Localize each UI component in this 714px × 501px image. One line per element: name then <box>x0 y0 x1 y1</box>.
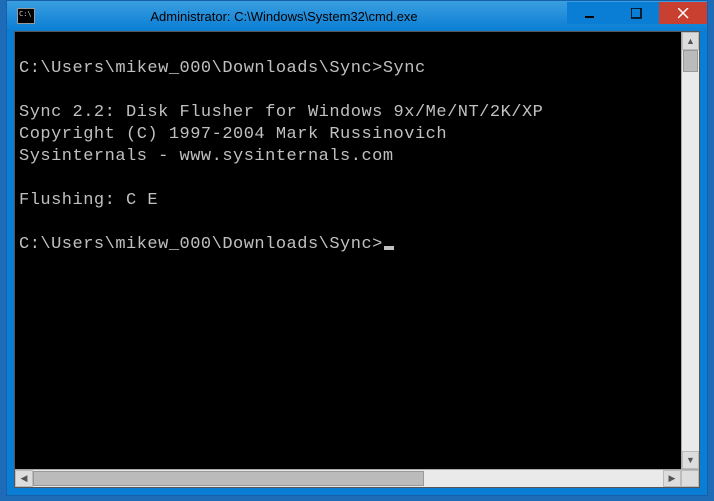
console-line: C:\Users\mikew_000\Downloads\Sync>Sync <box>19 59 426 78</box>
close-button[interactable] <box>659 2 707 24</box>
client-area: C:\Users\mikew_000\Downloads\Sync>Sync S… <box>14 31 700 488</box>
hscroll-track[interactable] <box>33 470 663 487</box>
minimize-button[interactable] <box>567 2 613 24</box>
window-controls <box>567 2 707 24</box>
scroll-right-button[interactable]: ▶ <box>663 470 681 487</box>
cursor <box>384 246 394 250</box>
console-line: Sync 2.2: Disk Flusher for Windows 9x/Me… <box>19 103 543 122</box>
horizontal-scrollbar[interactable]: ◀ ▶ <box>15 469 699 487</box>
cmd-icon <box>17 8 35 24</box>
titlebar[interactable]: Administrator: C:\Windows\System32\cmd.e… <box>7 1 707 31</box>
hscroll-thumb[interactable] <box>33 471 424 486</box>
vscroll-thumb[interactable] <box>683 50 698 72</box>
scroll-corner <box>681 470 699 487</box>
scroll-left-button[interactable]: ◀ <box>15 470 33 487</box>
vertical-scrollbar[interactable]: ▲ ▼ <box>681 32 699 469</box>
console-output[interactable]: C:\Users\mikew_000\Downloads\Sync>Sync S… <box>15 32 681 469</box>
console-line: Flushing: C E <box>19 191 158 210</box>
console-area: C:\Users\mikew_000\Downloads\Sync>Sync S… <box>15 32 699 469</box>
close-icon <box>678 8 689 19</box>
console-line: C:\Users\mikew_000\Downloads\Sync> <box>19 235 383 254</box>
console-line: Sysinternals - www.sysinternals.com <box>19 147 394 166</box>
minimize-icon <box>585 8 596 19</box>
scroll-up-button[interactable]: ▲ <box>682 32 699 50</box>
scroll-down-button[interactable]: ▼ <box>682 451 699 469</box>
maximize-button[interactable] <box>613 2 659 24</box>
window-title: Administrator: C:\Windows\System32\cmd.e… <box>41 9 567 24</box>
vscroll-track[interactable] <box>682 50 699 451</box>
console-line: Copyright (C) 1997-2004 Mark Russinovich <box>19 125 447 144</box>
maximize-icon <box>631 8 642 19</box>
cmd-window: Administrator: C:\Windows\System32\cmd.e… <box>6 0 708 496</box>
